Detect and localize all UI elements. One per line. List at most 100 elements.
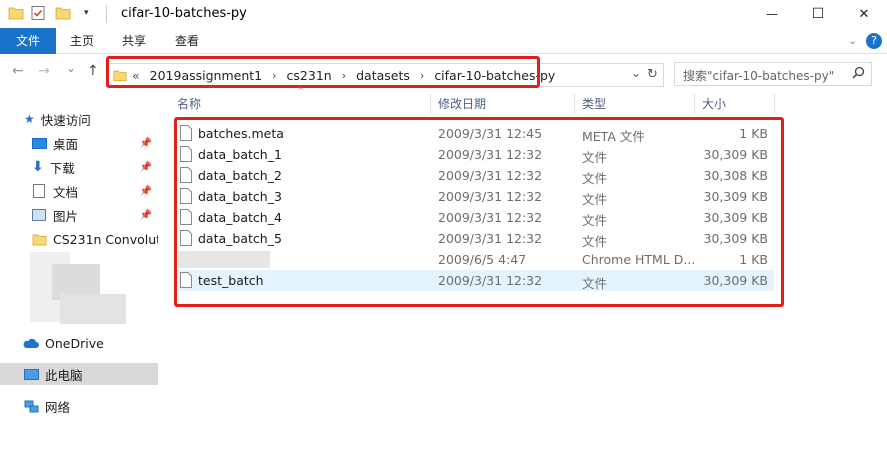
column-headers: ^ 名称 修改日期 类型 大小: [158, 87, 887, 116]
close-button[interactable]: ✕: [841, 0, 887, 28]
file-icon: [180, 146, 192, 165]
sidebar-item-label: 快速访问: [40, 112, 91, 128]
sidebar-item-downloads[interactable]: ⬇ 下载 📌: [0, 156, 158, 178]
title-separator: [106, 5, 107, 23]
back-icon[interactable]: ←: [12, 63, 24, 79]
new-folder-icon[interactable]: [55, 6, 71, 23]
obscured-region: [60, 294, 126, 324]
customize-quick-access-icon[interactable]: ▾: [84, 8, 89, 18]
sidebar-item-label: 网络: [45, 399, 71, 415]
file-type: 文件: [582, 276, 608, 291]
column-separator[interactable]: [430, 94, 431, 114]
maximize-button[interactable]: ☐: [795, 0, 841, 28]
file-row[interactable]: data_batch_5 2009/3/31 12:32 文件 30,309 K…: [174, 228, 774, 249]
file-date: 2009/3/31 12:32: [438, 273, 543, 288]
file-size: 30,309 KB: [703, 273, 768, 288]
up-icon[interactable]: ↑: [87, 63, 99, 79]
sidebar-item-desktop[interactable]: 桌面 📌: [0, 132, 158, 154]
file-date: 2009/6/5 4:47: [438, 252, 527, 267]
column-header-size[interactable]: 大小: [702, 92, 726, 116]
file-row[interactable]: data_batch_3 2009/3/31 12:32 文件 30,309 K…: [174, 186, 774, 207]
forward-icon[interactable]: →: [38, 63, 50, 79]
file-icon: [180, 272, 192, 291]
sidebar-item-label: CS231n Convolutio: [53, 231, 158, 247]
file-name: data_batch_2: [198, 168, 282, 183]
breadcrumb-item[interactable]: datasets: [356, 68, 410, 83]
title-bar: ▾ cifar-10-batches-py — ☐ ✕: [0, 0, 887, 28]
file-type: META 文件: [582, 129, 645, 144]
minimize-button[interactable]: —: [749, 0, 795, 28]
picture-icon: [32, 209, 46, 221]
sidebar-item-pictures[interactable]: 图片 📌: [0, 204, 158, 226]
pin-icon[interactable]: 📌: [140, 138, 152, 149]
file-row[interactable]: batches.meta 2009/3/31 12:45 META 文件 1 K…: [174, 123, 774, 144]
column-separator[interactable]: [694, 94, 695, 114]
file-row[interactable]: test_batch 2009/3/31 12:32 文件 30,309 KB: [174, 270, 774, 291]
expand-ribbon-icon[interactable]: ⌄: [848, 34, 857, 47]
sidebar-item-documents[interactable]: 文档 📌: [0, 180, 158, 202]
address-bar[interactable]: « 2019assignment1 › cs231n › datasets › …: [106, 63, 664, 87]
column-separator[interactable]: [574, 94, 575, 114]
tab-home[interactable]: 主页: [60, 28, 104, 54]
sidebar-item-onedrive[interactable]: OneDrive: [0, 332, 158, 354]
file-date: 2009/3/31 12:32: [438, 231, 543, 246]
ribbon: 文件 主页 共享 查看 ⌄ ?: [0, 28, 887, 54]
sidebar-item-this-pc[interactable]: 此电脑: [0, 363, 158, 385]
sidebar-item-network[interactable]: 网络: [0, 395, 158, 417]
tab-share[interactable]: 共享: [112, 28, 156, 54]
breadcrumb-item[interactable]: cifar-10-batches-py: [434, 68, 555, 83]
sidebar-item-label: OneDrive: [45, 335, 104, 351]
file-date: 2009/3/31 12:45: [438, 126, 543, 141]
file-date: 2009/3/31 12:32: [438, 210, 543, 225]
pin-icon[interactable]: 📌: [140, 162, 152, 173]
help-icon[interactable]: ?: [866, 33, 882, 49]
computer-icon: [24, 368, 39, 380]
folder-icon: [32, 233, 47, 246]
file-type: 文件: [582, 213, 608, 228]
breadcrumb-item[interactable]: cs231n: [287, 68, 332, 83]
address-dropdown-icon[interactable]: ⌄: [631, 66, 641, 80]
sidebar-item-cs231n[interactable]: CS231n Convolutio: [0, 228, 158, 250]
star-icon: ★: [24, 112, 35, 126]
search-box[interactable]: 搜索"cifar-10-batches-py": [674, 62, 872, 86]
column-header-name[interactable]: 名称: [177, 92, 201, 116]
column-header-date[interactable]: 修改日期: [438, 92, 486, 116]
close-icon: ✕: [858, 6, 870, 22]
desktop-icon: [32, 137, 47, 149]
tab-file[interactable]: 文件: [0, 28, 56, 54]
chevron-right-icon[interactable]: ›: [420, 69, 424, 82]
tab-view[interactable]: 查看: [165, 28, 209, 54]
column-header-type[interactable]: 类型: [582, 92, 606, 116]
file-row[interactable]: data_batch_4 2009/3/31 12:32 文件 30,309 K…: [174, 207, 774, 228]
navigation-pane: ★ 快速访问 桌面 📌 ⬇ 下载 📌 文档 📌 图片 📌 CS231n Conv…: [0, 96, 158, 454]
chevron-right-icon[interactable]: ›: [272, 69, 276, 82]
file-type: Chrome HTML D...: [582, 252, 696, 267]
sidebar-item-quick-access[interactable]: ★ 快速访问: [0, 108, 158, 130]
pin-icon[interactable]: 📌: [140, 186, 152, 197]
download-icon: ⬇: [32, 159, 44, 175]
file-size: 30,309 KB: [703, 210, 768, 225]
sort-ascending-icon: ^: [297, 87, 305, 97]
refresh-icon[interactable]: ↻: [647, 67, 658, 82]
breadcrumb-overflow[interactable]: «: [132, 68, 140, 83]
column-separator[interactable]: [774, 94, 775, 114]
file-row[interactable]: data_batch_2 2009/3/31 12:32 文件 30,308 K…: [174, 165, 774, 186]
folder-icon: [8, 6, 24, 23]
file-row[interactable]: data_batch_1 2009/3/31 12:32 文件 30,309 K…: [174, 144, 774, 165]
pin-icon[interactable]: 📌: [140, 210, 152, 221]
file-date: 2009/3/31 12:32: [438, 147, 543, 162]
minimize-icon: —: [766, 7, 778, 21]
properties-icon[interactable]: [30, 5, 46, 24]
file-row[interactable]: 2009/6/5 4:47 Chrome HTML D... 1 KB: [174, 249, 774, 270]
recent-locations-icon[interactable]: ⌄: [66, 61, 76, 75]
search-icon: [852, 66, 865, 82]
file-name: data_batch_4: [198, 210, 282, 225]
folder-icon: [113, 69, 127, 82]
file-size: 30,309 KB: [703, 231, 768, 246]
file-size: 1 KB: [739, 126, 768, 141]
sidebar-item-label: 图片: [53, 208, 79, 224]
search-input[interactable]: 搜索"cifar-10-batches-py": [683, 67, 834, 84]
chevron-right-icon[interactable]: ›: [342, 69, 346, 82]
breadcrumb-item[interactable]: 2019assignment1: [150, 68, 262, 83]
file-name: data_batch_5: [198, 231, 282, 246]
